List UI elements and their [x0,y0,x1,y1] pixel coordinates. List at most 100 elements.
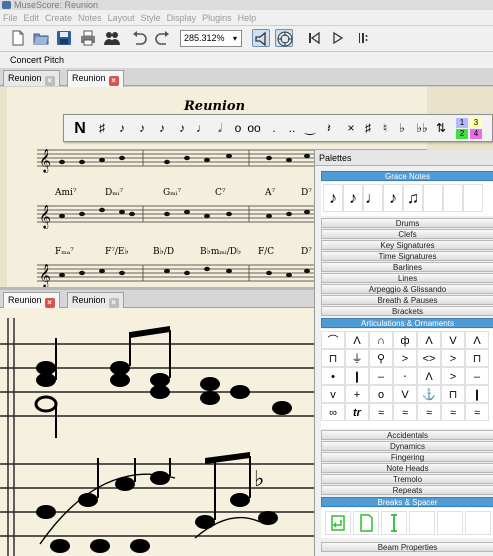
tab-reunion-top-2[interactable]: Reunion × [67,70,124,87]
prall-mordent-icon[interactable]: ≈ [441,403,465,421]
play-button[interactable] [329,29,347,47]
palette-arpeggio-glissando[interactable]: Arpeggio & Glissando [321,284,493,294]
tenuto-staccato-icon[interactable]: – [465,367,489,385]
turn-icon[interactable]: ∞ [321,403,345,421]
chord-symbol[interactable]: Fₘₐ⁷ [55,247,74,257]
palette-tremolo[interactable]: Tremolo [321,474,493,484]
close-icon[interactable]: × [108,76,119,86]
close-icon[interactable]: × [44,76,55,86]
double-dot-icon[interactable]: .. [284,118,300,139]
prall-icon[interactable]: ≈ [369,403,393,421]
rewind-button[interactable] [305,29,323,47]
menu-plugins[interactable]: Plugins [199,10,235,26]
voice-3-button[interactable]: 3 [470,118,482,128]
quarter-note-icon[interactable]: ♩ [194,118,210,139]
chord-symbol[interactable]: F⁷/E♭ [105,247,129,257]
palette-fingering[interactable]: Fingering [321,452,493,462]
menu-file[interactable]: File [0,10,21,26]
thumb-icon[interactable]: ⚲ [369,349,393,367]
flip-direction-icon[interactable]: ⇅ [434,118,448,139]
palette-accidentals[interactable]: Accidentals [321,430,493,440]
palette-barlines[interactable]: Barlines [321,262,493,272]
note-input-n-icon[interactable]: N [70,118,90,139]
chord-symbol[interactable]: F/C [258,247,274,257]
snap-pizzicato-icon[interactable]: ⊓ [465,349,489,367]
score-view-lower[interactable]: ♭ [0,308,320,556]
palette-drums[interactable]: Drums [321,218,493,228]
palette-articulations-ornaments[interactable]: Articulations & Ornaments [321,318,493,328]
palette-lines[interactable]: Lines [321,273,493,283]
mordent-icon[interactable]: ≈ [393,403,417,421]
chord-symbol[interactable]: C⁷ [215,188,226,198]
grace-note-thirtysecond-icon[interactable]: ♫ [403,184,423,212]
open-icon[interactable]: o [369,385,393,403]
flat-icon[interactable]: ♭ [395,118,409,139]
repeat-toggle-button[interactable] [354,29,372,47]
grace-note-acciaccatura-icon[interactable]: ♪ [323,184,343,212]
zoom-select[interactable]: 285.312% ▾ [180,30,242,47]
palette-breaks-spacer[interactable]: Breaks & Spacer [321,497,493,507]
half-note-icon[interactable]: 𝅗𝅥 [212,118,228,139]
voice-1-button[interactable]: 1 [456,118,468,128]
menu-display[interactable]: Display [164,10,200,26]
palette-time-signatures[interactable]: Time Signatures [321,251,493,261]
concert-pitch-toggle[interactable]: Concert Pitch [0,52,493,68]
menu-edit[interactable]: Edit [21,10,43,26]
marcato-icon[interactable]: Λ [417,331,441,349]
up-bow-icon[interactable]: ⏚ [345,349,369,367]
tab-reunion-bottom-1[interactable]: Reunion × [3,292,60,309]
thirty-second-note-icon[interactable]: ♪ [134,118,150,139]
portato-icon[interactable]: ⋅ [393,367,417,385]
up-prall-icon[interactable]: ≈ [465,403,489,421]
close-icon[interactable]: × [108,298,119,308]
undo-button[interactable] [130,29,148,47]
chord-symbol[interactable]: A⁷ [265,188,275,198]
menu-style[interactable]: Style [138,10,164,26]
page-break-icon[interactable] [353,511,379,535]
marcato-staccato-icon[interactable]: Λ [417,367,441,385]
staccato-icon[interactable]: • [321,367,345,385]
menu-create[interactable]: Create [42,10,75,26]
chord-symbol[interactable]: B♭/D [153,247,174,257]
voice-2-button[interactable]: 2 [456,129,468,139]
sixty-fourth-note-icon[interactable]: ♪ [114,118,130,139]
menu-help[interactable]: Help [235,10,260,26]
palette-repeats[interactable]: Repeats [321,485,493,495]
staff-spacer-icon[interactable] [381,511,407,535]
double-sharp-icon[interactable]: × [344,118,358,139]
palette-key-signatures[interactable]: Key Signatures [321,240,493,250]
tenuto-icon[interactable]: – [369,367,393,385]
chord-symbol[interactable]: Ami⁷ [55,188,77,198]
double-flat-icon[interactable]: ♭♭ [414,118,430,139]
fermata-icon[interactable]: ⌒ [321,331,345,349]
eighth-note-icon[interactable]: ♪ [174,118,190,139]
mordent-bracket-icon[interactable]: ⊓ [441,385,465,403]
rest-icon[interactable]: 𝄽 [322,118,336,139]
grace-note-quarter-icon[interactable]: ♩ [363,184,383,212]
sixteenth-note-icon[interactable]: ♪ [154,118,170,139]
plus-stop-icon[interactable]: + [345,385,369,403]
chord-symbol[interactable]: D⁷ [301,247,312,257]
close-icon[interactable]: × [44,298,55,308]
prall-prall-icon[interactable]: ≈ [417,403,441,421]
redo-button[interactable] [154,29,172,47]
espressivo-icon[interactable]: <> [417,349,441,367]
short-fermata-icon[interactable]: Λ [345,331,369,349]
menu-notes[interactable]: Notes [75,10,105,26]
palette-dynamics[interactable]: Dynamics [321,441,493,451]
ouvert-icon[interactable]: v [321,385,345,403]
long-fermata-icon[interactable]: ∩ [369,331,393,349]
palette-brackets[interactable]: Brackets [321,306,493,316]
wedge-icon[interactable]: V [393,385,417,403]
double-whole-note-icon[interactable]: oo [246,118,262,139]
save-button[interactable] [55,29,73,47]
chord-symbol[interactable]: B♭mₘᵢ/D♭ [200,247,241,257]
whole-note-icon[interactable]: o [230,118,246,139]
new-file-button[interactable] [9,29,27,47]
staccatissimo-icon[interactable]: ❙ [345,367,369,385]
natural-icon[interactable]: ♮ [378,118,392,139]
open-file-button[interactable] [32,29,50,47]
tie-icon[interactable]: ‿ [302,118,318,139]
accent-staccato-icon[interactable]: > [441,367,465,385]
palette-grace-notes[interactable]: Grace Notes [321,171,493,181]
